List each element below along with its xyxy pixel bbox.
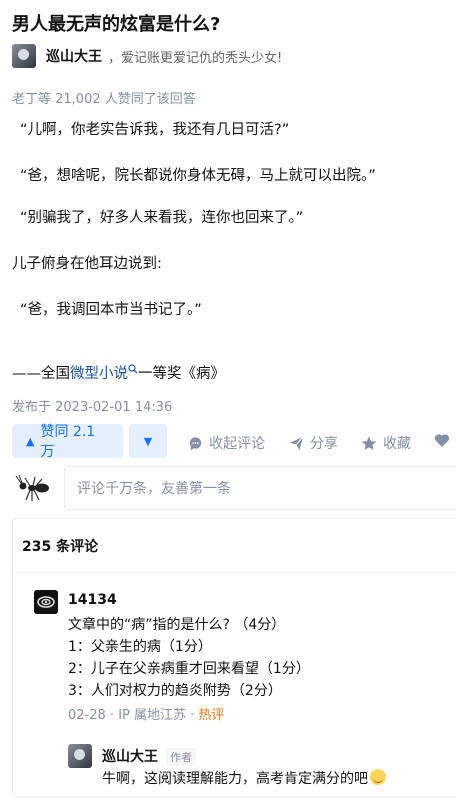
author-badge: 作者 [166,748,196,766]
star-icon [361,436,377,450]
author-bio: ，爱记账更爱记仇的秃头少女! [108,50,283,66]
divider [13,572,456,573]
paper-plane-icon [289,436,304,450]
content-paragraph: 儿子俯身在他耳边说到: [12,256,162,272]
comment-line: 2：儿子在父亲病重才回来看望（1分） [68,661,310,677]
like-button[interactable] [434,433,456,448]
share-label: 分享 [310,436,338,452]
content-paragraph: “儿啊，你老实告诉我，我还有几日可活?” [20,122,290,138]
meta-separator: · [109,708,119,723]
favorite-label: 收藏 [383,436,411,452]
comment-date: 02-28 [68,708,106,723]
comment-input-row: 评论千万条，友善第一条 [12,466,456,510]
triangle-down-icon: ▼ [143,434,153,448]
content-paragraph: “别骗我了，好多人来看我，连你也回来了。” [20,210,304,226]
comment-label: 收起评论 [209,436,265,452]
footer-prefix: ——全国 [12,366,70,382]
content-footer: ——全国微型小说 一等奖《病》 [12,362,225,386]
publish-time[interactable]: 发布于 2023-02-01 14:36 [12,396,172,415]
swirl-avatar-icon [34,590,58,614]
comment-bubble-icon [189,436,202,450]
comment-line: 3：人们对权力的趋炎附势（2分） [68,683,282,699]
collapse-comments-button[interactable]: 收起评论 [188,433,265,453]
reply-author: 巡山大王 作者 [102,746,196,766]
commenter-avatar[interactable] [34,590,58,614]
downvote-button[interactable]: ▼ [129,424,167,458]
content-paragraph: “爸，想啥呢，院长都说你身体无碍，马上就可以出院。” [20,168,376,184]
comment-line: 1：父亲生的病（1分） [68,639,212,655]
question-title[interactable]: 男人最无声的炫富是什么? [12,10,220,36]
comment-line: 文章中的“病”指的是什么? （4分） [68,617,286,633]
reply-author-name[interactable]: 巡山大王 [102,749,158,765]
vote-summary[interactable]: 老丁等 21,002 人赞同了该回答 [12,88,196,107]
ant-avatar-icon [12,470,52,506]
reply-avatar[interactable] [68,744,92,768]
commenter-name[interactable]: 14134 [68,592,117,608]
comments-count: 235 条评论 [22,539,99,555]
reply-text: 牛啊，这阅读理解能力，高考肯定满分的吧 [102,771,368,787]
heart-icon [434,434,450,447]
author-name[interactable]: 巡山大王 [46,46,102,66]
comment-meta: 02-28 · IP 属地江苏 · 热评 [68,704,224,723]
content-paragraph: “爸，我调回本市当书记了。” [20,302,202,318]
comment-input[interactable]: 评论千万条，友善第一条 [64,466,456,510]
share-button[interactable]: 分享 [289,433,338,453]
footer-suffix: 一等奖《病》 [138,366,225,382]
upvote-button[interactable]: ▲ 赞同 2.1 万 [12,424,123,460]
comment-input-placeholder: 评论千万条，友善第一条 [77,481,231,497]
author-avatar[interactable] [12,44,36,68]
reply-text-row: 牛啊，这阅读理解能力，高考肯定满分的吧 [102,768,386,790]
keyword-link[interactable]: 微型小说 [70,366,128,382]
hot-comment-tag: 热评 [198,708,225,723]
search-icon[interactable] [128,364,138,374]
smile-emoji-icon [370,769,386,785]
comment-location: IP 属地江苏 [118,708,186,723]
triangle-up-icon: ▲ [26,434,35,448]
upvote-label: 赞同 2.1 万 [40,424,96,460]
author-row: 巡山大王 ，爱记账更爱记仇的秃头少女! [12,44,282,68]
favorite-button[interactable]: 收藏 [361,433,411,453]
